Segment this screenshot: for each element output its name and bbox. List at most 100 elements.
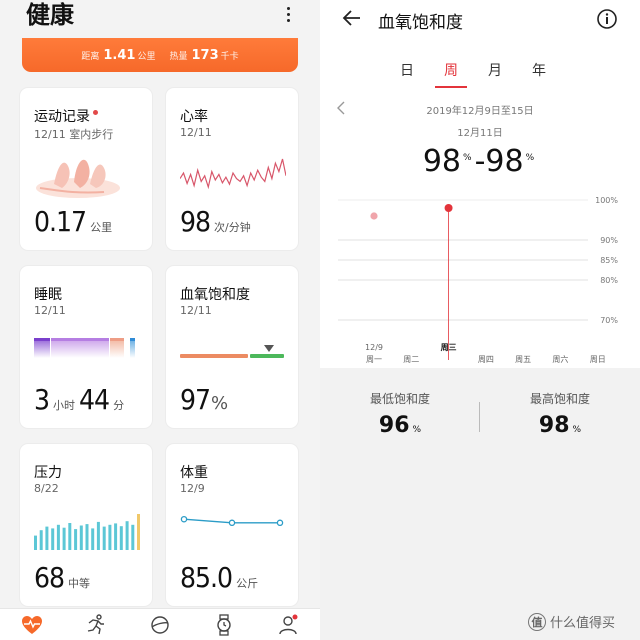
exercise-distance-unit: 公里 [90, 221, 113, 234]
min-saturation-label: 最低饱和度 [369, 392, 430, 406]
bottom-tab-bar [0, 608, 320, 640]
calories-summary: 热量 173 千卡 [169, 48, 238, 63]
heart-rate-card[interactable]: 心率 12/11 98 次/分钟 [166, 88, 298, 250]
distance-value: 1.41 [103, 47, 136, 63]
stress-bar [39, 530, 43, 550]
stress-bar [34, 535, 37, 550]
new-indicator-dot [93, 110, 98, 115]
more-dot-icon [286, 18, 290, 22]
stress-bar [125, 521, 129, 550]
x-tick-label[interactable]: 周一 [366, 355, 382, 364]
stress-bar [62, 527, 66, 550]
sleep-stages-chart [34, 338, 135, 358]
watermark-text: 什么值得买 [550, 616, 616, 631]
y-tick-label: 80% [600, 276, 618, 285]
calories-unit: 千卡 [220, 51, 239, 62]
tab-period-1[interactable]: 周 [435, 60, 467, 88]
gauge-low-segment [180, 354, 248, 358]
x-tick-label[interactable]: 周二 [403, 355, 419, 364]
tab-health-heart-icon[interactable] [20, 613, 44, 637]
tab-discover-planet-icon[interactable] [148, 613, 172, 637]
card-date: 12/11 [180, 304, 212, 317]
data-point[interactable] [444, 204, 453, 212]
info-icon[interactable] [596, 8, 618, 30]
y-tick-label: 85% [600, 256, 618, 265]
source-watermark: 值 什么值得买 [528, 612, 615, 631]
x-date-label: 12/9 [365, 343, 383, 352]
stress-card[interactable]: 压力 8/22 68 中等 [20, 444, 152, 606]
card-title: 运动记录 [34, 106, 98, 126]
card-title: 睡眠 [34, 287, 62, 303]
heart-rate-line [180, 158, 286, 190]
sleep-minutes-unit: 分 [113, 399, 125, 412]
blood-oxygen-value: 97 [180, 383, 211, 416]
tab-device-watch-icon[interactable] [212, 613, 236, 637]
card-date: 12/11 室内步行 [34, 128, 114, 141]
more-dot-icon [286, 12, 290, 16]
back-arrow-icon[interactable] [340, 6, 364, 30]
max-saturation-value: 98 [538, 413, 570, 438]
max-saturation-label: 最高饱和度 [529, 392, 590, 406]
tab-period-0[interactable]: 日 [396, 60, 418, 88]
tab-period-2[interactable]: 月 [484, 60, 506, 88]
distance-unit: 公里 [137, 51, 156, 62]
reading-high-value: 98 [485, 144, 524, 179]
tab-me-profile-icon[interactable] [276, 613, 300, 637]
health-overview-screen: 健康 距离 1.41 公里 热量 173 千卡 运动记录 12/11 室内步行 0.17… [0, 0, 320, 640]
x-tick-label[interactable]: 周五 [515, 355, 531, 364]
y-tick-label: 100% [595, 196, 618, 205]
x-tick-label[interactable]: 周日 [590, 355, 606, 364]
x-tick-label[interactable]: 周三 [441, 343, 457, 352]
footsteps-illustration-icon [36, 159, 120, 198]
min-saturation-value: 96 [378, 413, 410, 438]
gauge-normal-segment [250, 354, 284, 358]
tab-period-3[interactable]: 年 [528, 60, 550, 88]
x-tick-label[interactable]: 周六 [552, 354, 568, 364]
stress-bar [119, 526, 123, 550]
blood-oxygen-weekly-chart[interactable]: 100% 90% 85% 80% 70% 12/9 周一 周二 周三周四 周五 周六 周日 [320, 180, 640, 380]
blood-oxygen-unit: % [211, 393, 229, 414]
date-range: 2019年12月9日至15日 [426, 106, 534, 117]
x-tick-label[interactable]: 周四 [478, 355, 494, 364]
stress-bar [96, 521, 100, 550]
heart-rate-value: 98 [180, 205, 211, 238]
period-tabs: 日周月年 [396, 60, 550, 88]
stress-bar [131, 524, 135, 550]
stress-bar [79, 525, 83, 550]
calories-label: 热量 [169, 51, 188, 62]
distance-summary: 距离 1.41 公里 [81, 48, 155, 63]
sleep-minutes-value: 44 [79, 383, 110, 416]
card-date: 8/22 [34, 482, 59, 495]
selected-day: 12月11日 [457, 128, 503, 139]
card-title: 体重 [180, 465, 208, 481]
max-saturation-value-row: 98% [480, 413, 640, 438]
card-date: 12/11 [34, 304, 66, 317]
reading-high-unit: % [525, 153, 535, 163]
min-saturation-unit: % [412, 425, 422, 435]
stress-bar-chart [34, 514, 140, 550]
stress-bar [56, 524, 60, 550]
stress-value: 68 [34, 561, 65, 594]
more-dot-icon [286, 6, 290, 10]
saturation-stats-panel: 最低饱和度 96% 最高饱和度 98% [320, 368, 640, 640]
min-saturation-value-row: 96% [320, 413, 480, 438]
sleep-card[interactable]: 睡眠 12/11 3 小时 44 分 [20, 266, 152, 428]
stress-bar [45, 526, 49, 550]
max-saturation-stat: 最高饱和度 98% [480, 390, 640, 438]
distance-label: 距离 [81, 51, 100, 62]
weight-card[interactable]: 体重 12/9 85.0 公斤 [166, 444, 298, 606]
stress-bar [91, 528, 95, 550]
card-title: 血氧饱和度 [180, 287, 250, 303]
today-summary-banner[interactable]: 距离 1.41 公里 热量 173 千卡 [22, 38, 298, 72]
blood-oxygen-card[interactable]: 血氧饱和度 12/11 97 % [166, 266, 298, 428]
more-options-button[interactable] [278, 2, 298, 26]
exercise-record-card[interactable]: 运动记录 12/11 室内步行 0.17 公里 [20, 88, 152, 250]
card-title: 心率 [180, 109, 208, 125]
sleep-hours-value: 3 [34, 383, 50, 416]
page-title: 血氧饱和度 [378, 13, 463, 33]
data-point[interactable] [370, 212, 378, 220]
tab-exercise-runner-icon[interactable] [84, 613, 108, 637]
max-saturation-unit: % [572, 425, 582, 435]
stress-bar [102, 526, 106, 550]
stress-bar [108, 524, 112, 550]
